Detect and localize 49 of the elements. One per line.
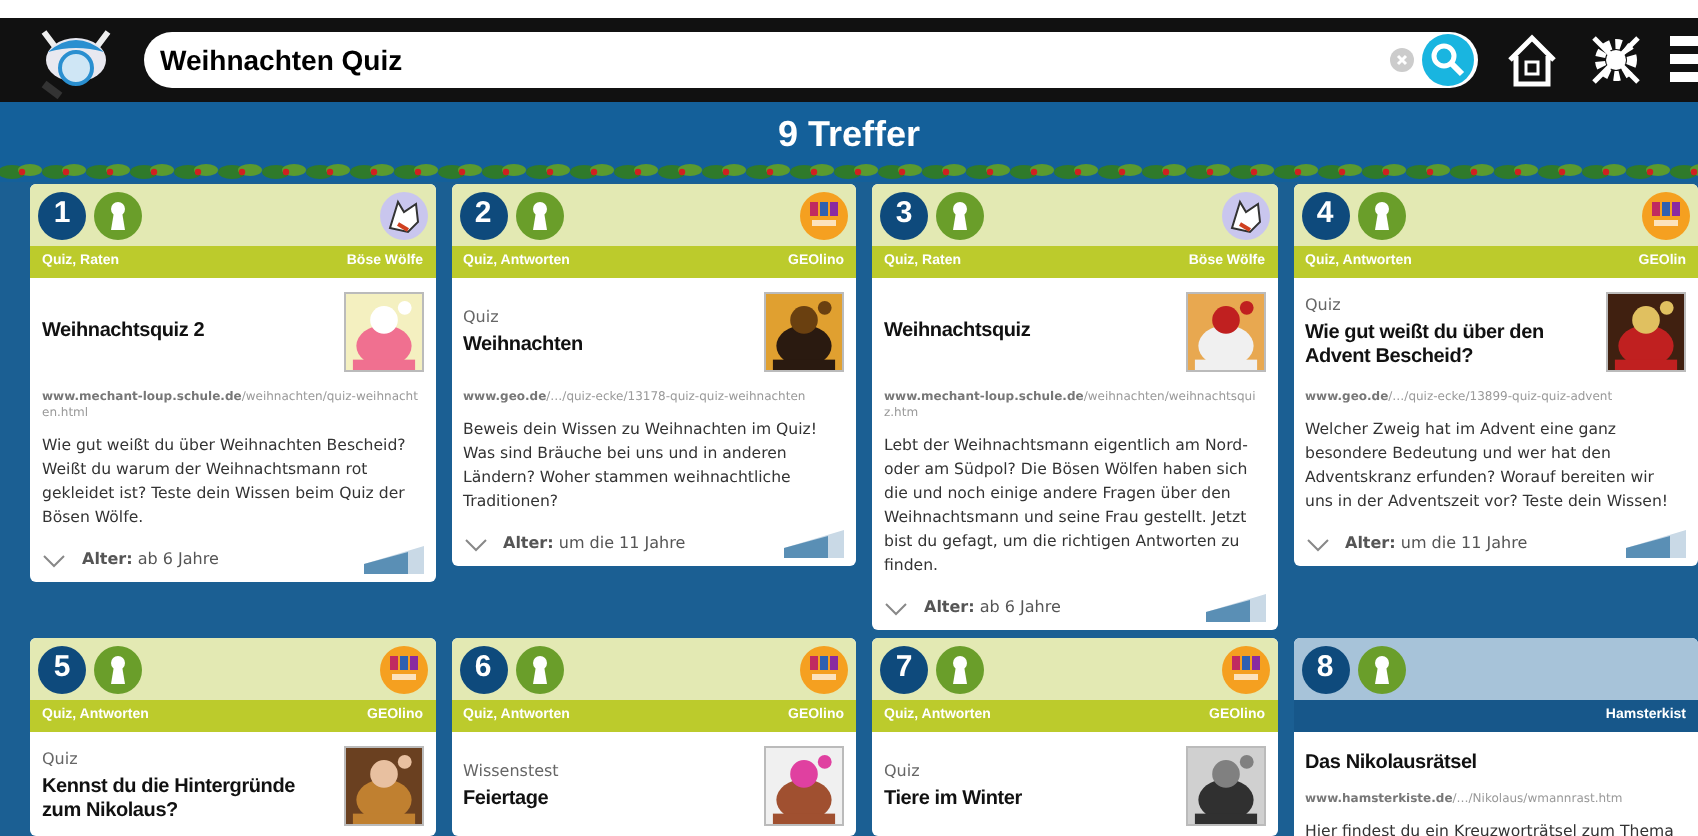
result-title[interactable]: Weihnachten	[463, 334, 756, 358]
chevron-down-icon[interactable]	[463, 537, 487, 551]
result-title[interactable]: Tiere im Winter	[884, 788, 1177, 812]
category-label: Quiz	[42, 748, 80, 772]
result-card[interactable]	[451, 184, 856, 566]
age-label: Alter: um die 11 Jahre	[503, 532, 688, 556]
result-number: 6	[459, 645, 507, 693]
rating-bars-icon	[784, 530, 844, 558]
keyhole-icon	[936, 645, 984, 693]
keyhole-icon	[515, 645, 563, 693]
result-card[interactable]	[872, 184, 1277, 630]
chevron-down-icon[interactable]	[884, 601, 908, 615]
search-field[interactable]: Weihnachten Quiz	[144, 32, 1478, 88]
age-label: Alter: um die 11 Jahre	[1345, 532, 1530, 556]
keyhole-icon	[1357, 645, 1405, 693]
search-button[interactable]	[1422, 34, 1474, 86]
menu-icon[interactable]	[1670, 32, 1698, 88]
keyhole-icon	[936, 191, 984, 239]
result-title[interactable]: Kennst du die Hintergründe zum Nikolaus?	[42, 776, 335, 824]
keyhole-icon	[94, 191, 142, 239]
keyhole-icon	[1357, 191, 1405, 239]
result-title[interactable]: Das Nikolausrätsel	[1305, 752, 1686, 776]
result-number: 7	[880, 645, 928, 693]
result-card[interactable]	[1293, 184, 1698, 566]
result-title[interactable]: Wie gut weißt du über den Advent Bescheid?	[1305, 322, 1598, 370]
chevron-down-icon[interactable]	[1305, 537, 1329, 551]
result-card[interactable]	[30, 184, 435, 582]
keyhole-icon	[515, 191, 563, 239]
result-number: 2	[459, 191, 507, 239]
result-number: 4	[1301, 191, 1349, 239]
result-title[interactable]: Weihnachtsquiz 2	[42, 320, 335, 344]
result-number: 3	[880, 191, 928, 239]
result-number: 1	[38, 191, 86, 239]
results-heading: 9 Treffer	[777, 112, 921, 158]
keyhole-icon	[94, 645, 142, 693]
category-label: Quiz	[1305, 294, 1343, 318]
result-title[interactable]: Weihnachtsquiz	[884, 320, 1177, 344]
result-number: 8	[1301, 645, 1349, 693]
age-label: Alter: ab 6 Jahre	[924, 596, 1063, 620]
age-label: Alter: ab 6 Jahre	[82, 548, 221, 572]
rating-bars-icon	[1626, 530, 1686, 558]
category-label: Wissenstest	[463, 760, 561, 784]
rating-bars-icon	[1205, 594, 1265, 622]
category-label: Quiz	[884, 760, 922, 784]
category-label: Quiz	[463, 306, 501, 330]
rating-bars-icon	[363, 546, 423, 574]
result-number: 5	[38, 645, 86, 693]
chevron-down-icon[interactable]	[42, 553, 66, 567]
result-title[interactable]: Feiertage	[463, 788, 756, 812]
